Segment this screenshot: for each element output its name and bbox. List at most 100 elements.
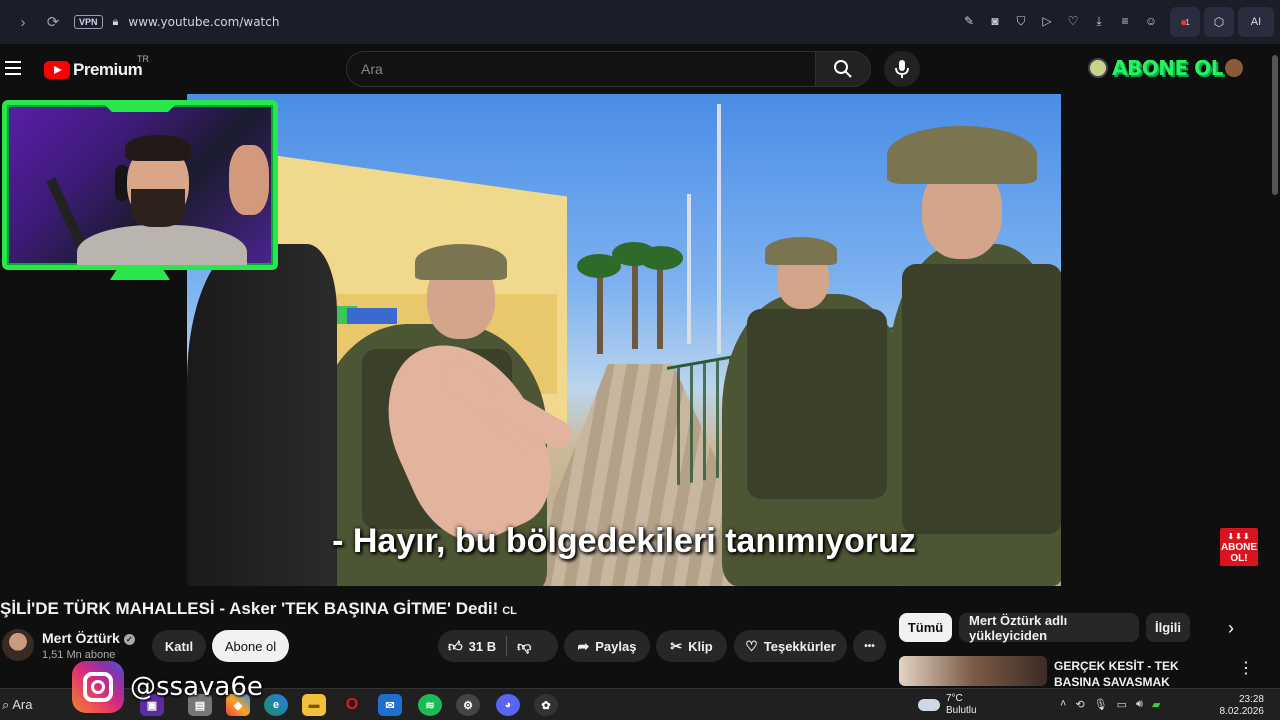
recommended-title[interactable]: GERÇEK KESİT - TEK BAŞINA SAVAŞMAK: [1054, 658, 1224, 686]
channel-name[interactable]: Mert Öztürk ✓: [42, 630, 135, 646]
chip-all-label: Tümü: [907, 620, 944, 635]
streamer-body: [77, 225, 247, 265]
forward-icon[interactable]: ›: [10, 9, 36, 35]
microphone-icon[interactable]: 🎙︎: [1094, 698, 1108, 711]
heart-icon[interactable]: ♡: [1064, 12, 1082, 30]
title-badge: CL: [502, 605, 517, 617]
arrow-icons: ⬇⬇⬇: [1227, 531, 1251, 541]
like-divider: [506, 636, 508, 656]
cloud-icon: [918, 699, 940, 711]
more-vertical-icon[interactable]: ⋮: [1238, 658, 1254, 678]
battery-icon[interactable]: ▰: [1152, 698, 1160, 711]
join-button[interactable]: Katıl: [152, 630, 206, 662]
soldier-cap: [887, 126, 1037, 184]
shield-icon[interactable]: ⛉: [1012, 12, 1030, 30]
ai-label: AI: [1250, 16, 1262, 28]
profile-icon[interactable]: ☺: [1142, 12, 1160, 30]
chip-related-label: İlgili: [1155, 620, 1181, 635]
mail-icon[interactable]: ✉: [378, 694, 402, 716]
share-label: Paylaş: [595, 638, 637, 654]
scrollbar-thumb[interactable]: [1272, 55, 1278, 195]
folder-icon[interactable]: ▬: [302, 694, 326, 716]
chip-all[interactable]: Tümü: [899, 613, 952, 642]
menu-list-icon[interactable]: ≡: [1116, 12, 1134, 30]
chip-from-uploader[interactable]: Mert Öztürk adlı yükleyiciden: [959, 612, 1139, 643]
clip-button[interactable]: ✂ Klip: [656, 630, 727, 662]
thumbs-down-icon[interactable]: 👎︎: [517, 638, 531, 655]
play-icon[interactable]: ▷: [1038, 12, 1056, 30]
chip-related[interactable]: İlgili: [1146, 613, 1190, 642]
youtube-header: Premium TR ABONE OL: [0, 44, 1280, 94]
date: 8.02.2026: [1219, 706, 1265, 717]
recommended-thumbnail[interactable]: [899, 656, 1047, 686]
hamburger-menu-icon[interactable]: [5, 61, 21, 79]
discord-icon[interactable]: ◕: [496, 694, 520, 716]
region-code: TR: [137, 54, 149, 64]
ai-button[interactable]: AI: [1238, 7, 1274, 37]
thumbs-up-icon[interactable]: 👍︎: [448, 638, 463, 655]
search-box: [346, 51, 816, 87]
search-button[interactable]: [815, 51, 871, 87]
thanks-button[interactable]: ♡ Teşekkürler: [734, 630, 847, 662]
camera-icon[interactable]: ◙: [986, 12, 1004, 30]
soldier-cap: [765, 237, 837, 265]
share-button[interactable]: ➦ Paylaş: [564, 630, 650, 662]
microphone-icon: [895, 60, 909, 78]
reload-icon[interactable]: ⟳: [40, 9, 66, 35]
clock[interactable]: 23:28 8.02.2026: [1214, 694, 1265, 718]
more-actions-button[interactable]: •••: [853, 630, 886, 662]
avatar[interactable]: [1224, 59, 1243, 77]
more-icon: •••: [864, 640, 875, 652]
taskbar-search[interactable]: ⌕ Ara: [2, 697, 32, 713]
chevron-right-icon[interactable]: ›: [1218, 615, 1244, 641]
edit-icon[interactable]: ✎: [960, 12, 978, 30]
instagram-icon: [72, 661, 124, 713]
palm-leaves: [639, 246, 683, 270]
display-icon[interactable]: ▭: [1117, 698, 1127, 711]
settings-icon[interactable]: ⚙: [456, 694, 480, 716]
video-title-text: ŞİLİ'DE TÜRK MAHALLESİ - Asker 'TEK BAŞI…: [0, 599, 499, 618]
subscribe-button[interactable]: Abone ol: [212, 630, 289, 662]
search-icon: ⌕: [2, 697, 13, 712]
download-icon[interactable]: ⤓: [1090, 12, 1108, 30]
instagram-handle: @ssava6e: [130, 672, 263, 702]
video-player[interactable]: [187, 94, 1061, 586]
vpn-badge[interactable]: VPN: [74, 15, 103, 29]
chevron-up-icon[interactable]: ˄: [1060, 698, 1066, 711]
cube-icon[interactable]: ⬡: [1204, 7, 1234, 37]
system-tray: ˄ ⟲ 🎙︎ ▭ 🔊︎ ▰: [1060, 698, 1160, 711]
lock-icon: 🔒︎: [112, 15, 119, 28]
subscribe-sticker[interactable]: ⬇⬇⬇ ABONE OL!: [1220, 528, 1258, 566]
youtube-logo[interactable]: Premium: [44, 60, 143, 80]
like-count[interactable]: 31 B: [469, 639, 496, 654]
search-icon: [834, 60, 852, 78]
webcam-frame-notch: [110, 266, 170, 280]
video-subtitle: - Hayır, bu bölgedekileri tanımıyoruz: [332, 522, 916, 560]
clip-label: Klip: [688, 638, 713, 654]
browser-toolbar: › ⟳ VPN 🔒︎ www.youtube.com/watch ✎ ◙ ⛉ ▷…: [0, 0, 1280, 44]
search-input[interactable]: [347, 52, 815, 86]
extension-icon[interactable]: ● 1: [1170, 7, 1200, 37]
voice-search-button[interactable]: [884, 51, 920, 87]
blue-sign: [347, 308, 397, 324]
address-bar[interactable]: www.youtube.com/watch: [128, 15, 279, 29]
edge-icon[interactable]: e: [264, 694, 288, 716]
weather-text: 7°C Bulutlu: [946, 693, 977, 717]
chip-uploader-label: Mert Öztürk adlı yükleyiciden: [969, 612, 1068, 643]
abone-ol-overlay: ABONE OL: [1088, 53, 1243, 83]
channel-avatar[interactable]: [2, 629, 34, 661]
chatgpt-icon[interactable]: ✿: [534, 694, 558, 716]
sync-icon[interactable]: ⟲: [1075, 698, 1084, 711]
thanks-label: Teşekkürler: [763, 638, 836, 654]
verified-icon: ✓: [123, 633, 135, 645]
streamer-hair: [125, 135, 191, 161]
volume-icon[interactable]: 🔊︎: [1136, 698, 1143, 711]
soldier-cap: [415, 244, 507, 280]
weather-condition: Bulutlu: [946, 705, 977, 716]
tactical-vest: [902, 264, 1061, 534]
spotify-icon[interactable]: ≋: [418, 694, 442, 716]
street-pole: [687, 194, 691, 344]
subscriber-count: 1,51 Mn abone: [42, 649, 116, 661]
weather-widget[interactable]: 7°C Bulutlu: [918, 693, 977, 717]
opera-icon[interactable]: O: [340, 694, 364, 716]
